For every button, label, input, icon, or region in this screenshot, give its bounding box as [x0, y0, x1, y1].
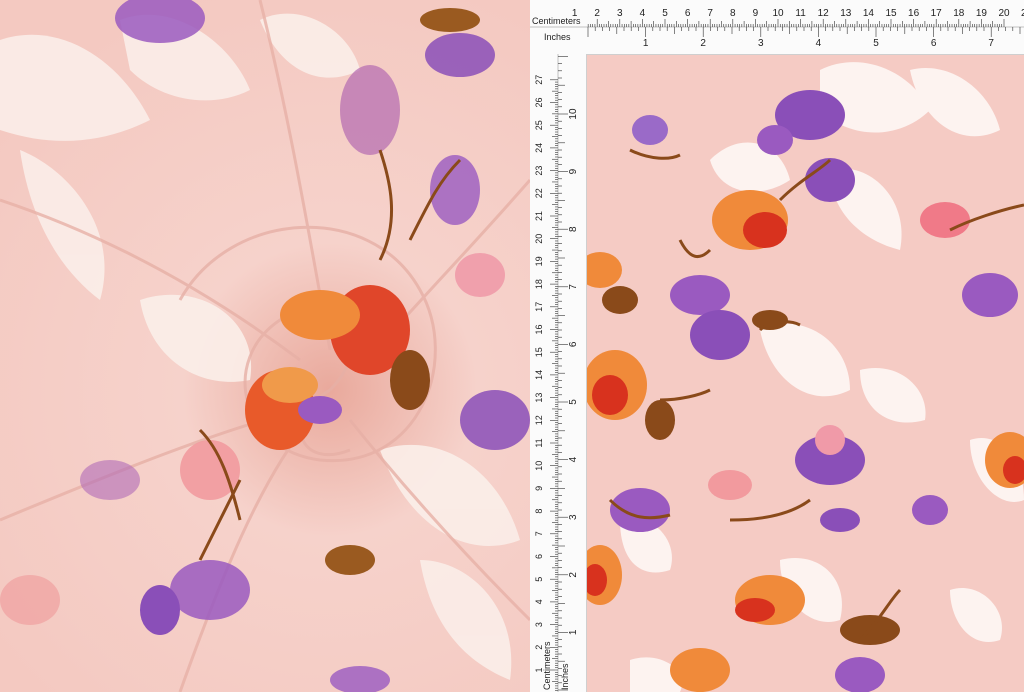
ruler-left-in-tick: 1: [568, 629, 579, 635]
ruler-left-cm-tick: 17: [534, 302, 544, 312]
ruler-top-in-tick: 7: [988, 38, 994, 49]
ruler-left-cm-tick: 18: [534, 279, 544, 289]
ruler-top-cm-tick: 10: [772, 8, 784, 19]
ruler-left-cm-tick: 27: [534, 75, 544, 85]
ruler-top-cm-tick: 18: [953, 8, 965, 19]
ruler-left-in-tick: 7: [568, 284, 579, 290]
ruler-left-cm-tick: 20: [534, 234, 544, 244]
ruler-left-cm-tick: 23: [534, 166, 544, 176]
ruler-top-in-tick: 5: [873, 38, 879, 49]
flat-fabric-image: [530, 0, 1024, 692]
ruler-top-cm-tick: 17: [931, 8, 943, 19]
ruler-left-cm-tick: 19: [534, 256, 544, 266]
ruler-left-cm-tick: 21: [534, 211, 544, 221]
ruler-left-cm-tick: 8: [534, 509, 544, 514]
ruler-top-cm-tick: 19: [976, 8, 988, 19]
ruler-left-in-tick: 4: [568, 456, 579, 462]
ruler-left-cm-tick: 5: [534, 577, 544, 582]
ruler-left-cm-tick: 1: [534, 667, 544, 672]
ruler-top-cm-tick: 1: [572, 8, 578, 19]
ruler-left-cm-tick: 3: [534, 622, 544, 627]
ruler-left-in-tick: 6: [568, 341, 579, 347]
ruler-left-cm-tick: 15: [534, 347, 544, 357]
ruler-left-in-tick: 5: [568, 399, 579, 405]
ruler-top-in-tick: 3: [758, 38, 764, 49]
ruler-top-in-tick: 1: [643, 38, 649, 49]
ruler-top-in-label: Inches: [544, 32, 571, 42]
ruler-left-in-tick: 9: [568, 168, 579, 174]
ruler-left-cm-tick: 11: [534, 438, 544, 447]
ruler-left-cm-tick: 6: [534, 554, 544, 559]
ruler-top-cm-tick: 13: [840, 8, 852, 19]
ruler-top-cm-tick: 9: [753, 8, 759, 19]
ruler-top-cm-tick: 11: [795, 8, 806, 19]
ruler-top-cm-tick: 14: [863, 8, 875, 19]
ruler-left-in-tick: 3: [568, 514, 579, 520]
ruler-left-cm-tick: 22: [534, 188, 544, 198]
ruler-left-cm-tick: 2: [534, 645, 544, 650]
swirled-fabric-image: [0, 0, 530, 692]
left-ruler: Centimeters Inches 1 2 3 4 5 6 7 8 9 10 11 12 13 14 15…: [530, 54, 587, 692]
ruler-top-cm-tick: 4: [640, 8, 646, 19]
ruler-left-cm-tick: 12: [534, 415, 544, 425]
ruler-left-cm-tick: 25: [534, 120, 544, 130]
ruler-top-cm-tick: 7: [707, 8, 713, 19]
ruler-left-cm-tick: 13: [534, 393, 544, 403]
ruler-left-cm-tick: 24: [534, 143, 544, 153]
ruler-left-cm-tick: 10: [534, 461, 544, 471]
swirled-fabric-graphic: [0, 0, 530, 692]
ruler-top-cm-tick: 16: [908, 8, 920, 19]
ruler-left-cm-tick: 16: [534, 324, 544, 334]
ruler-left-cm-tick: 7: [534, 531, 544, 536]
ruler-left-cm-tick: 9: [534, 486, 544, 491]
ruler-left-cm-tick: 4: [534, 599, 544, 604]
ruler-left-cm-tick: 26: [534, 97, 544, 107]
ruler-top-cm-tick: 3: [617, 8, 623, 19]
ruler-top-in-tick: 2: [700, 38, 706, 49]
top-ruler: Centimeters Inches 1 2 3 4 5 6 7 8 9 10 11 12 13 14 15…: [530, 0, 1024, 55]
ruler-left-cm-tick: 14: [534, 370, 544, 380]
left-ruler-graphic: Centimeters Inches 123456789101112131415…: [534, 54, 579, 692]
fabric-photo: Centimeters Inches 1 2 3 4 5 6 7 8 9 10 11 12 13 14 15…: [0, 0, 1024, 692]
ruler-left-in-tick: 8: [568, 226, 579, 232]
ruler-top-cm-tick: 12: [818, 8, 830, 19]
ruler-left-in-label: Inches: [560, 663, 570, 690]
ruler-top-cm-tick: 6: [685, 8, 691, 19]
ruler-top-cm-tick: 8: [730, 8, 736, 19]
flat-fabric-graphic: [530, 0, 1024, 692]
ruler-left-in-tick: 10: [568, 108, 579, 120]
ruler-top-in-tick: 6: [931, 38, 937, 49]
ruler-top-cm-tick: 5: [662, 8, 668, 19]
ruler-top-cm-tick: 20: [998, 8, 1010, 19]
ruler-top-in-tick: 4: [816, 38, 822, 49]
top-ruler-graphic: Centimeters Inches 1 2 3 4 5 6 7 8 9 10 11 12 13 14 15…: [530, 8, 1024, 49]
ruler-top-cm-tick: 15: [885, 8, 897, 19]
ruler-left-in-tick: 2: [568, 572, 579, 578]
ruler-top-cm-tick: 2: [594, 8, 600, 19]
